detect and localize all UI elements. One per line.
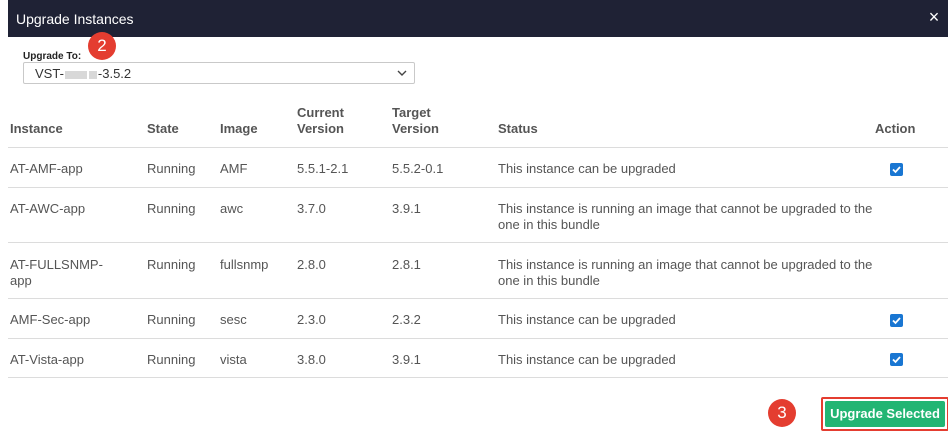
- column-header-image: Image: [220, 121, 258, 136]
- cell-target-version: 3.9.1: [392, 201, 421, 216]
- row-divider: [8, 298, 948, 299]
- chevron-down-icon: [397, 70, 407, 76]
- row-divider: [8, 187, 948, 188]
- cell-state: Running: [147, 352, 196, 367]
- row-divider: [8, 242, 948, 243]
- cell-instance: AT-Vista-app: [10, 352, 84, 367]
- cell-target-version: 2.8.1: [392, 257, 421, 272]
- cell-image: awc: [220, 201, 244, 216]
- cell-current-version: 2.3.0: [297, 312, 326, 327]
- step-badge-3: 3: [768, 399, 796, 427]
- cell-target-version: 5.5.2-0.1: [392, 161, 444, 176]
- cell-target-version: 2.3.2: [392, 312, 421, 327]
- cell-target-version: 3.9.1: [392, 352, 421, 367]
- upgrade-selected-button[interactable]: Upgrade Selected: [825, 401, 945, 427]
- cell-image: fullsnmp: [220, 257, 269, 272]
- cell-status: This instance is running an image that c…: [498, 257, 873, 288]
- header-divider: [8, 147, 948, 148]
- dialog-title: Upgrade Instances: [16, 11, 134, 27]
- column-header-status: Status: [498, 121, 538, 136]
- cell-current-version: 3.7.0: [297, 201, 326, 216]
- cell-image: AMF: [220, 161, 248, 176]
- cell-status: This instance can be upgraded: [498, 352, 676, 367]
- column-header-current-version: Current Version: [297, 105, 344, 136]
- row-divider: [8, 338, 948, 339]
- cell-instance: AMF-Sec-app: [10, 312, 91, 327]
- cell-image: sesc: [220, 312, 247, 327]
- checkmark-icon: [892, 166, 901, 174]
- row-select-checkbox[interactable]: [890, 314, 903, 327]
- cell-status: This instance can be upgraded: [498, 161, 676, 176]
- cell-status: This instance is running an image that c…: [498, 201, 873, 232]
- cell-image: vista: [220, 352, 247, 367]
- checkmark-icon: [892, 356, 901, 364]
- cell-state: Running: [147, 201, 196, 216]
- row-select-checkbox[interactable]: [890, 353, 903, 366]
- checkmark-icon: [892, 317, 901, 325]
- cell-instance: AT-FULLSNMP- app: [10, 257, 103, 288]
- cell-current-version: 5.5.1-2.1: [297, 161, 349, 176]
- upgrade-to-selected-value: VST- -3.5.2: [35, 66, 132, 81]
- dialog-titlebar: Upgrade Instances ×: [8, 0, 948, 37]
- cell-current-version: 2.8.0: [297, 257, 326, 272]
- upgrade-to-label: Upgrade To:: [23, 51, 82, 62]
- redacted-block: [64, 70, 87, 79]
- column-header-instance: Instance: [10, 121, 63, 136]
- row-divider: [8, 377, 948, 378]
- cell-instance: AT-AMF-app: [10, 161, 83, 176]
- upgrade-to-select[interactable]: VST- -3.5.2: [23, 62, 415, 84]
- step-badge-2: 2: [88, 32, 116, 60]
- cell-state: Running: [147, 161, 196, 176]
- cell-instance: AT-AWC-app: [10, 201, 86, 216]
- cell-state: Running: [147, 257, 196, 272]
- column-header-state: State: [147, 121, 179, 136]
- redacted-block: [88, 70, 97, 79]
- cell-state: Running: [147, 312, 196, 327]
- upgrade-instances-dialog: Upgrade Instances × Upgrade To: VST- -3.5…: [8, 0, 948, 434]
- upgrade-selected-highlight: Upgrade Selected: [821, 397, 948, 431]
- cell-current-version: 3.8.0: [297, 352, 326, 367]
- row-select-checkbox[interactable]: [890, 163, 903, 176]
- column-header-action: Action: [875, 121, 916, 136]
- column-header-target-version: Target Version: [392, 105, 439, 136]
- cell-status: This instance can be upgraded: [498, 312, 676, 327]
- close-icon[interactable]: ×: [924, 6, 944, 28]
